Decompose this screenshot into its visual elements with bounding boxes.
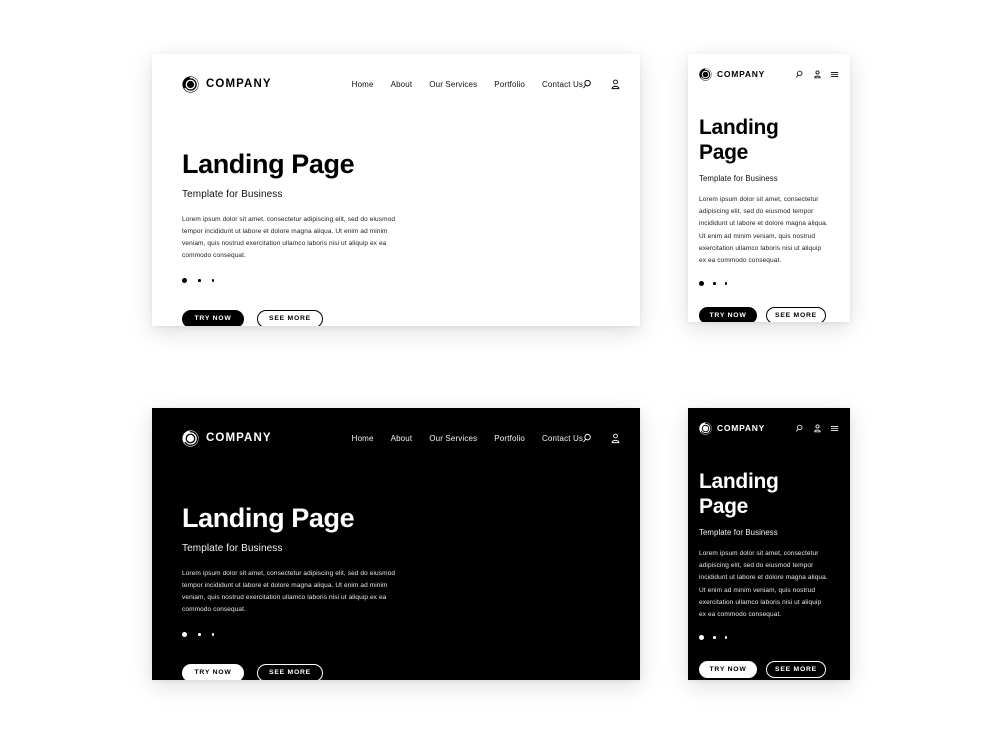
search-icon[interactable]	[583, 433, 594, 444]
page-subtitle: Template for Business	[699, 173, 778, 183]
search-icon[interactable]	[796, 70, 805, 79]
nav-item-portfolio[interactable]: Portfolio	[494, 80, 525, 89]
user-icon[interactable]	[813, 69, 822, 79]
nav-item-about[interactable]: About	[391, 80, 413, 89]
site-header: COMPANY Home About Our Services Portfoli…	[152, 54, 640, 114]
desktop-dark-mockup-card: COMPANY Home About Our Services Portfoli…	[152, 408, 640, 680]
carousel-dots	[699, 281, 839, 287]
search-icon[interactable]	[583, 79, 594, 90]
brand-logo[interactable]: COMPANY	[182, 75, 272, 93]
hero-body-text: Lorem ipsum dolor sit amet, consectetur …	[182, 215, 396, 259]
hero-actions: TRY NOW SEE MORE	[182, 309, 610, 326]
hero-section-mobile: Landing Page Template for Business Lorem…	[688, 470, 850, 678]
nav-item-contact-us[interactable]: Contact Us	[542, 80, 583, 89]
carousel-dot-1[interactable]	[182, 632, 187, 638]
mockup-stage: COMPANY Home About Our Services Portfoli…	[0, 0, 1000, 741]
search-icon[interactable]	[796, 424, 805, 433]
see-more-button[interactable]: SEE MORE	[766, 306, 826, 322]
header-actions-mobile	[796, 423, 839, 433]
hero-section: Landing Page Template for Business Lorem…	[152, 503, 640, 680]
carousel-dot-3[interactable]	[724, 282, 728, 285]
circular-swirl-logo-icon	[699, 421, 712, 435]
hero-body-text: Lorem ipsum dolor sit amet, consectetur …	[699, 195, 828, 265]
carousel-dot-2[interactable]	[713, 282, 716, 285]
brand-name: COMPANY	[206, 78, 272, 90]
see-more-button[interactable]: SEE MORE	[766, 660, 826, 678]
nav-item-our-services[interactable]: Our Services	[429, 434, 477, 443]
hero-actions: TRY NOW SEE MORE	[699, 306, 839, 322]
carousel-dot-3[interactable]	[211, 279, 215, 283]
carousel-dot-3[interactable]	[724, 636, 728, 639]
try-now-button[interactable]: TRY NOW	[699, 660, 757, 678]
carousel-dot-2[interactable]	[713, 636, 716, 639]
page-title-line-2: Page	[699, 494, 748, 518]
hero-body-text: Lorem ipsum dolor sit amet, consectetur …	[182, 569, 396, 613]
carousel-dot-1[interactable]	[182, 278, 187, 284]
carousel-dots	[182, 278, 610, 284]
hero-actions: TRY NOW SEE MORE	[699, 660, 839, 678]
nav-item-home[interactable]: Home	[352, 434, 374, 443]
try-now-button[interactable]: TRY NOW	[182, 309, 244, 326]
user-icon[interactable]	[610, 79, 621, 90]
circular-swirl-logo-icon	[182, 429, 199, 447]
nav-item-portfolio[interactable]: Portfolio	[494, 434, 525, 443]
page-subtitle: Template for Business	[182, 542, 283, 554]
nav-item-our-services[interactable]: Our Services	[429, 80, 477, 89]
carousel-dots	[182, 632, 610, 638]
page-title: Landing Page	[699, 470, 839, 520]
carousel-dot-3[interactable]	[211, 633, 215, 637]
hero-section: Landing Page Template for Business Lorem…	[152, 149, 640, 326]
page-title-line-1: Landing	[699, 116, 779, 139]
hamburger-menu-icon[interactable]	[830, 424, 839, 433]
see-more-button[interactable]: SEE MORE	[257, 309, 323, 326]
header-actions	[583, 433, 621, 444]
page-title: Landing Page	[182, 149, 355, 179]
circular-swirl-logo-icon	[182, 75, 199, 93]
brand-logo[interactable]: COMPANY	[699, 421, 766, 435]
brand-name: COMPANY	[717, 423, 766, 433]
nav-item-contact-us[interactable]: Contact Us	[542, 434, 583, 443]
site-header-mobile: COMPANY	[688, 408, 850, 448]
brand-logo[interactable]: COMPANY	[182, 429, 272, 447]
mobile-dark-mockup-card: COMPANY Landing Page Template for Busine…	[688, 408, 850, 680]
carousel-dot-2[interactable]	[198, 279, 201, 283]
page-title: Landing Page	[182, 503, 355, 533]
header-actions	[583, 79, 621, 90]
main-nav: Home About Our Services Portfolio Contac…	[352, 80, 583, 89]
carousel-dot-1[interactable]	[699, 281, 704, 287]
hamburger-menu-icon[interactable]	[830, 70, 839, 79]
desktop-light-mockup-card: COMPANY Home About Our Services Portfoli…	[152, 54, 640, 326]
page-title: Landing Page	[699, 116, 839, 166]
nav-item-about[interactable]: About	[391, 434, 413, 443]
hero-body-text: Lorem ipsum dolor sit amet, consectetur …	[699, 549, 828, 619]
brand-name: COMPANY	[717, 69, 766, 79]
header-actions-mobile	[796, 69, 839, 79]
brand-logo[interactable]: COMPANY	[699, 67, 766, 81]
brand-name: COMPANY	[206, 432, 272, 444]
page-subtitle: Template for Business	[182, 188, 283, 200]
page-title-line-2: Page	[699, 140, 748, 164]
site-header: COMPANY Home About Our Services Portfoli…	[152, 408, 640, 468]
user-icon[interactable]	[610, 433, 621, 444]
page-title-line-1: Landing	[699, 470, 779, 493]
user-icon[interactable]	[813, 423, 822, 433]
nav-item-home[interactable]: Home	[352, 80, 374, 89]
hero-section-mobile: Landing Page Template for Business Lorem…	[688, 116, 850, 322]
site-header-mobile: COMPANY	[688, 54, 850, 94]
see-more-button[interactable]: SEE MORE	[257, 663, 323, 680]
hero-actions: TRY NOW SEE MORE	[182, 663, 610, 680]
try-now-button[interactable]: TRY NOW	[699, 306, 757, 322]
mobile-light-mockup-card: COMPANY Landing Page Template for Busine…	[688, 54, 850, 322]
circular-swirl-logo-icon	[699, 67, 712, 81]
try-now-button[interactable]: TRY NOW	[182, 663, 244, 680]
carousel-dot-1[interactable]	[699, 635, 704, 641]
page-subtitle: Template for Business	[699, 527, 778, 537]
carousel-dot-2[interactable]	[198, 633, 201, 637]
main-nav: Home About Our Services Portfolio Contac…	[352, 434, 583, 443]
carousel-dots	[699, 635, 839, 641]
